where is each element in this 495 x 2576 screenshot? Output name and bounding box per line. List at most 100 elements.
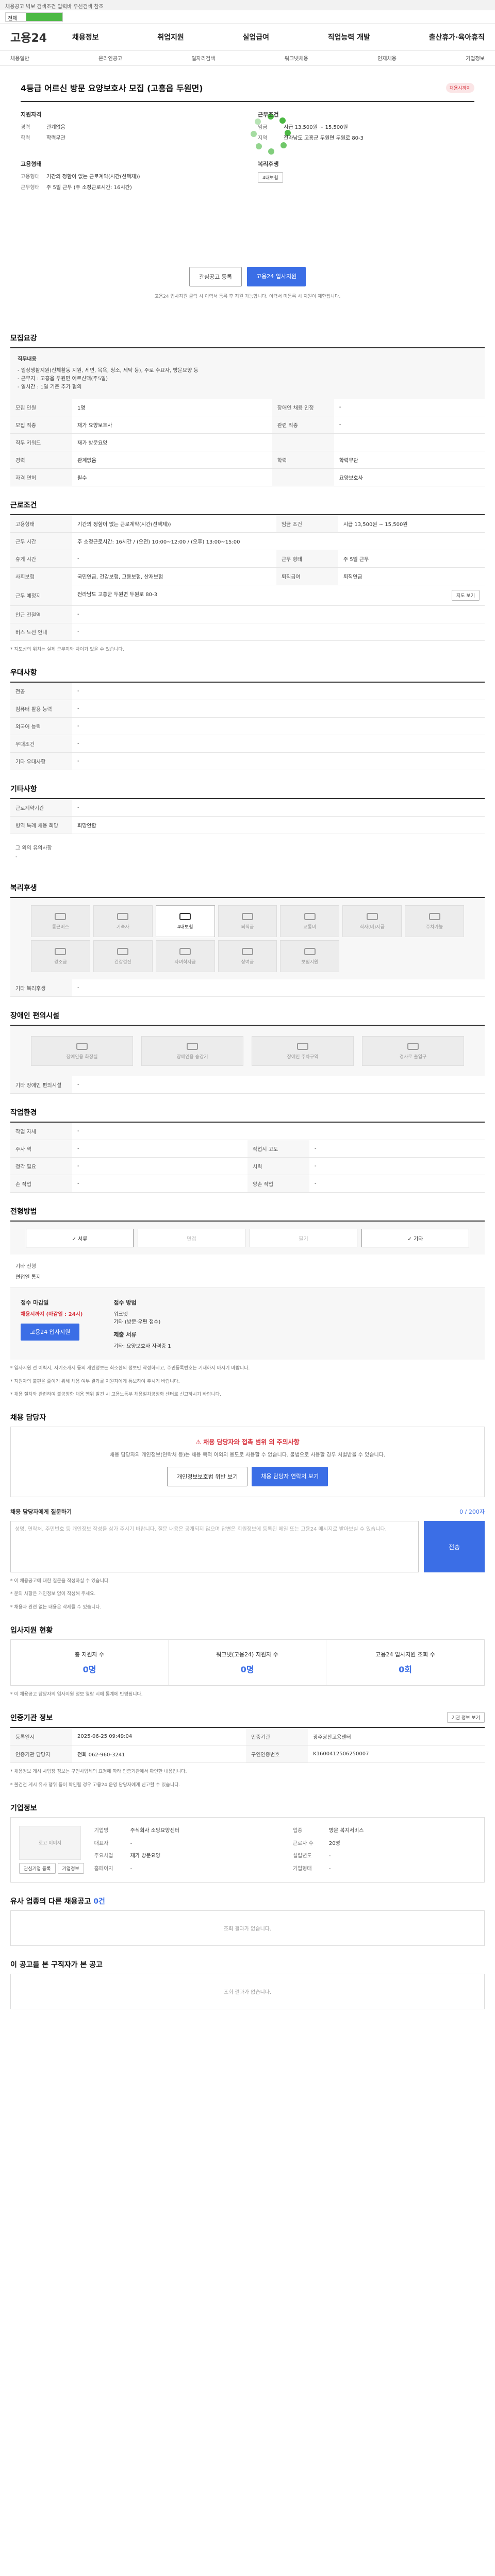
apply-button-bottom[interactable]: 고용24 입사지원	[21, 1324, 80, 1341]
search-input[interactable]	[26, 12, 62, 21]
site-logo[interactable]: 고용24	[10, 29, 72, 45]
company-field-value: 주식회사 소망요양센터	[130, 1827, 179, 1834]
condition-title: 근무조건	[258, 111, 279, 118]
company-field-label: 대표자	[94, 1840, 109, 1846]
row-label: 근무 예정지	[10, 585, 72, 606]
summary-row: 근무형태 주 5일 근무 (주 소정근로시간: 16시간)	[21, 183, 248, 191]
row-value: -	[72, 1140, 248, 1158]
table-row: 버스 노선 안내 -	[10, 623, 485, 641]
search-scope-select[interactable]: 전체	[6, 12, 26, 22]
row-label: 양손 작업	[248, 1175, 309, 1193]
stat-value: 0명	[82, 1665, 96, 1675]
summary-key: 지역	[258, 135, 268, 141]
company-box: 로고 이미지 관심기업 등록 기업정보 기업명 주식회사 소망요양센터 업종 방문 복…	[10, 1817, 485, 1883]
etc-section: 기타사항 근로계약기간 - 병역 특례 채용 희망 희망안함 그 외의 유의사항 -	[10, 784, 485, 869]
stat-item: 워크넷(고용24) 지원자 수 0명	[169, 1640, 326, 1686]
subnav-item-1[interactable]: 온라인공고	[98, 54, 122, 62]
row-label: 작업 자세	[10, 1123, 72, 1141]
info-section: 인증기관 정보 기관 정보 보기 등록일시 2025-06-25 09:49:04…	[10, 1712, 485, 1789]
row-value: -	[309, 1157, 485, 1176]
qa-counter: 0 / 200자	[459, 1509, 485, 1516]
gnb-item-2[interactable]: 실업급여	[243, 32, 270, 42]
row-label: 모집 직종	[10, 416, 72, 434]
welfare-icon	[179, 947, 191, 955]
facility-grid: 장애인용 화장실 장애인용 승강기 장애인 주차구역 경사로 출입구	[10, 1026, 485, 1077]
apply-method: 기타 (방문·우편 접수)	[113, 1319, 161, 1326]
map-button[interactable]: 지도 보기	[452, 590, 480, 601]
show-contact-button[interactable]: 채용 담당자 연락처 보기	[252, 1467, 328, 1487]
job-header: 4등급 어르신 방문 요양보호사 모집 (고흥읍 두원면) 채용시까지 지원자격…	[10, 74, 485, 319]
stat-value: 0명	[240, 1665, 254, 1675]
similar-section: 유사 업종의 다른 채용공고 0건 조회 결과가 없습니다.	[10, 1896, 485, 1946]
welfare-icon	[241, 912, 253, 920]
apply-method-label: 접수 방법	[113, 1299, 137, 1307]
stats-grid: 총 지원자 수 0명 워크넷(고용24) 지원자 수 0명 고용24 입사지원 조회 수…	[10, 1639, 485, 1686]
gnb-item-0[interactable]: 채용정보	[72, 32, 99, 42]
method-row: ✓ 서류 면접 필기 ✓ 기타	[10, 1222, 485, 1255]
row-value: -	[72, 799, 485, 817]
prefer-title: 우대사항	[10, 669, 37, 677]
welfare-tile: 기숙사	[93, 905, 153, 938]
gnb-item-3[interactable]: 직업능력 개발	[328, 32, 370, 42]
welfare-icon	[241, 947, 253, 955]
summary-key: 근무형태	[21, 185, 40, 191]
deadline-label: 접수 마감일	[21, 1299, 49, 1307]
env-table: 작업 자세 - 주사 역 - 작업시 고도 - 청각 필요 - 시력 - 손 작업 - 양손 작업 -	[10, 1123, 485, 1193]
row-label: 경력	[10, 451, 72, 469]
subnav-item-0[interactable]: 채용일반	[10, 54, 29, 62]
subnav-item-3[interactable]: 워크넷채용	[285, 54, 308, 62]
method-title: 전형방법	[10, 1208, 37, 1216]
stats-note: * 이 채용공고 담당자의 입사지원 정보 열람 시에 통계에 반영됩니다.	[10, 1692, 143, 1698]
summary-value: 기간의 정함이 없는 근로계약(시간(선택제))	[46, 174, 140, 180]
gnb-item-1[interactable]: 취업지원	[157, 32, 184, 42]
recruit-table: 모집 인원 1명 장애인 채용 인정 - 모집 직종 재가 요양보호사 관련 직종 - 직무 키…	[10, 399, 485, 486]
table-row: 청각 필요 - 시력 -	[10, 1157, 485, 1176]
welfare-title: 복리후생	[10, 884, 37, 893]
row-value: 희망안함	[72, 816, 485, 835]
company-interest-button[interactable]: 관심기업 등록	[19, 1862, 56, 1874]
apply-button[interactable]: 고용24 입사지원	[247, 267, 306, 286]
table-row: 사회보험 국민연금, 건강보험, 고용보험, 산재보험 퇴직급여 퇴직연금	[10, 567, 485, 585]
subnav-item-4[interactable]: 인재채용	[377, 54, 397, 62]
subnav-item-5[interactable]: 기업정보	[466, 54, 485, 62]
row-label: 시력	[248, 1157, 309, 1176]
row-label: 작업시 고도	[248, 1140, 309, 1158]
row-label: 직무 키워드	[10, 433, 72, 451]
row-value: K1600412506250007	[308, 1745, 485, 1764]
row-value: -	[72, 1157, 248, 1176]
welfare-tile-label: 식사(비)지급	[359, 924, 385, 930]
company-field: 대표자 -	[94, 1839, 277, 1849]
info-button[interactable]: 기관 정보 보기	[447, 1712, 485, 1723]
subnav-item-2[interactable]: 일자리검색	[191, 54, 215, 62]
qa-textarea[interactable]: 성명, 연락처, 주민번호 등 개인정보 작성을 삼가 주시기 바랍니다. 질문…	[10, 1521, 419, 1573]
welfare-tile-label: 주차가능	[426, 924, 443, 930]
etc-more-label: 그 외의 유의사항	[15, 845, 52, 852]
company-field-value: 방문 복지서비스	[328, 1827, 364, 1834]
table-row: 외국어 능력 -	[10, 717, 485, 736]
table-row: 휴게 시간 - 근무 형태 주 5일 근무	[10, 550, 485, 568]
gnb-item-4[interactable]: 출산휴가·육아휴직	[429, 32, 485, 42]
qa-send-button[interactable]: 전송	[424, 1521, 485, 1573]
prefer-section: 우대사항 전공 - 컴퓨터 활용 능력 - 외국어 능력 - 우대조건 - 기타 우대사항 -	[10, 667, 485, 771]
row-label: 외국어 능력	[10, 717, 72, 736]
facility-tile-label: 장애인용 화장실	[66, 1054, 98, 1060]
company-info-button[interactable]: 기업정보	[57, 1862, 84, 1874]
duty-line: - 근무지 : 고흥읍 두원면 어르신댁(주5일)	[18, 376, 108, 382]
row-value: 재가 요양보호사	[72, 416, 272, 434]
disability-etc-label: 기타 장애인 편의시설	[10, 1076, 72, 1094]
company-field-label: 설립년도	[292, 1853, 312, 1859]
row-label: 전공	[10, 683, 72, 701]
disability-etc-value: -	[72, 1076, 485, 1094]
row-value: 국민연금, 건강보험, 고용보험, 산재보험	[72, 567, 276, 585]
privacy-law-button[interactable]: 개인정보보호법 위반 보기	[167, 1467, 248, 1487]
facility-icon	[76, 1042, 88, 1050]
row-value: 전라남도 고흥군 두원면 두원로 80-3 지도 보기	[72, 585, 485, 606]
interest-button[interactable]: 관심공고 등록	[189, 267, 242, 286]
welfare-tile-label: 자녀학자금	[174, 959, 196, 965]
summary-value: 관계없음	[46, 125, 65, 130]
info-title: 인증기관 정보	[10, 1714, 53, 1722]
row-label: 우대조건	[10, 735, 72, 753]
table-row: 근로계약기간 -	[10, 799, 485, 817]
method-item: 필기	[250, 1229, 357, 1248]
row-value: 1명	[72, 399, 272, 416]
